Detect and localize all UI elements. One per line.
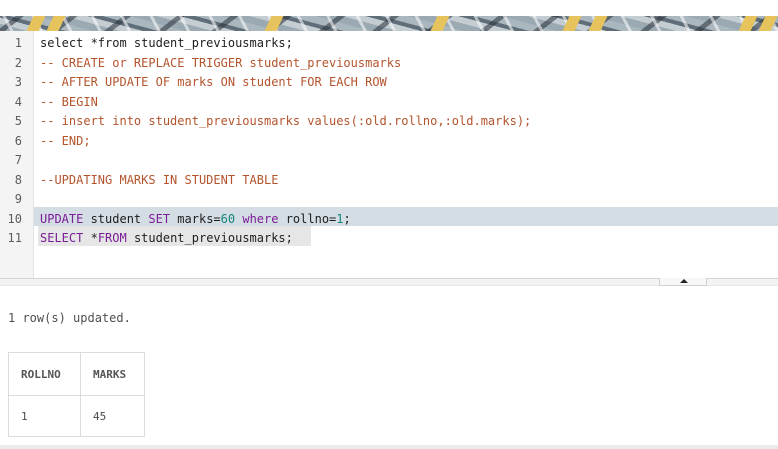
sql-text: * <box>83 231 98 245</box>
collapse-results-button[interactable] <box>659 278 707 286</box>
code-line[interactable]: --UPDATING MARKS IN STUDENT TABLE <box>40 171 278 191</box>
line-number: 11 <box>7 231 22 245</box>
banner-gold-stripe <box>26 16 46 31</box>
bottom-divider <box>0 445 778 449</box>
line-number: 9 <box>14 192 22 206</box>
sql-keyword: UPDATE <box>40 211 84 226</box>
code-line[interactable]: -- AFTER UPDATE OF marks ON student FOR … <box>40 73 387 93</box>
sql-keyword: SET <box>148 211 171 226</box>
code-line[interactable]: UPDATE student SET marks=60 where rollno… <box>40 210 351 230</box>
banner-gold-stripe <box>738 16 758 31</box>
banner-gold-stripe <box>562 16 582 31</box>
banner-gold-stripe <box>264 16 284 31</box>
column-header-rollno: ROLLNO <box>8 352 81 396</box>
code-editor[interactable]: 1 2 3 4 5 6 7 8 9 10 11 select *from student_previ… <box>0 31 778 278</box>
line-number: 6 <box>14 133 22 148</box>
table-cell-rollno: 1 <box>8 395 81 437</box>
banner-gold-stripe <box>758 16 778 31</box>
banner-gold-stripe <box>588 16 608 31</box>
line-number: 1 <box>14 36 22 50</box>
code-line[interactable]: SELECT *FROM student_previousmarks; <box>40 229 293 249</box>
line-number: 2 <box>14 55 22 70</box>
code-line[interactable]: -- BEGIN <box>40 93 98 113</box>
line-number: 10 <box>7 211 22 226</box>
line-number: 7 <box>14 153 22 167</box>
sql-number: 60 <box>220 211 236 226</box>
line-number: 3 <box>14 75 22 89</box>
sql-text: rollno= <box>278 211 337 226</box>
sql-comment: -- CREATE or REPLACE TRIGGER student_pre… <box>40 55 402 70</box>
pane-splitter[interactable] <box>0 278 778 286</box>
line-number: 5 <box>14 114 22 128</box>
results-pane: 1 row(s) updated. ROLLNO MARKS 1 45 <box>0 286 778 449</box>
banner-gold-stripe <box>46 16 66 31</box>
table-header-row: ROLLNO MARKS <box>8 352 145 396</box>
sql-text: student <box>83 211 149 226</box>
results-table: ROLLNO MARKS 1 45 <box>8 352 145 437</box>
banner-top-strip <box>0 0 778 16</box>
sql-text: marks= <box>170 211 221 226</box>
code-line[interactable]: select *from student_previousmarks; <box>40 34 293 54</box>
sql-number: 1 <box>336 211 344 226</box>
sql-text: ; <box>343 211 351 226</box>
sql-keyword: SELECT <box>40 231 84 245</box>
sql-keyword: where <box>242 211 279 226</box>
sql-comment: -- BEGIN <box>40 94 98 109</box>
status-message: 1 row(s) updated. <box>8 311 131 325</box>
sql-comment: -- END; <box>40 133 91 148</box>
line-number: 8 <box>14 172 22 187</box>
sql-comment: -- AFTER UPDATE OF marks ON student FOR … <box>40 75 387 89</box>
table-cell-marks: 45 <box>80 395 145 437</box>
column-header-marks: MARKS <box>80 352 145 396</box>
header-banner <box>0 0 778 31</box>
chevron-up-icon <box>680 279 688 283</box>
line-number: 4 <box>14 94 22 109</box>
sql-text: student_previousmarks; <box>126 231 293 245</box>
code-line[interactable]: -- END; <box>40 132 91 152</box>
sql-text: select *from student_previousmarks; <box>40 36 293 50</box>
sql-comment: -- insert into student_previousmarks val… <box>40 114 532 128</box>
code-line[interactable]: -- insert into student_previousmarks val… <box>40 112 531 132</box>
table-row: 1 45 <box>8 395 145 437</box>
sql-keyword: FROM <box>97 231 127 245</box>
code-line[interactable]: -- CREATE or REPLACE TRIGGER student_pre… <box>40 54 401 74</box>
sql-comment: --UPDATING MARKS IN STUDENT TABLE <box>40 172 279 187</box>
banner-gold-stripe <box>430 16 450 31</box>
